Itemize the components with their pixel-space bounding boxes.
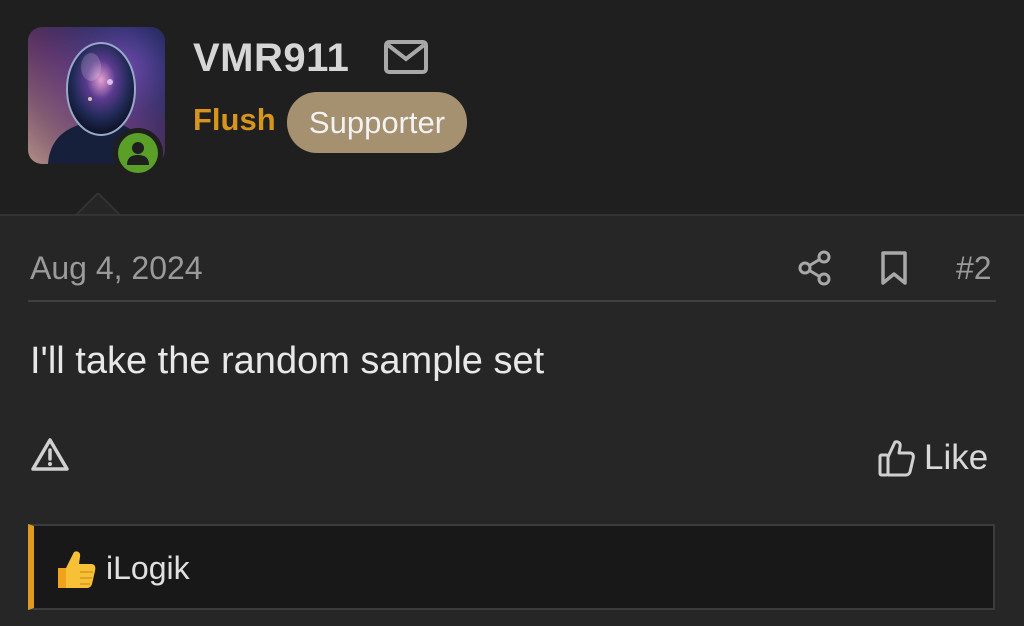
post-arrow — [75, 193, 121, 216]
post-number[interactable]: #2 — [956, 250, 992, 287]
warning-icon[interactable] — [31, 437, 69, 471]
header-divider — [0, 214, 1024, 216]
supporter-badge: Supporter — [287, 92, 467, 153]
thumbs-up-emoji-icon — [58, 551, 96, 588]
reaction-user-link[interactable]: iLogik — [106, 550, 190, 587]
post-header-divider — [28, 300, 996, 302]
user-title: Flush — [193, 102, 276, 137]
online-user-icon — [127, 142, 149, 165]
bookmark-icon[interactable] — [880, 251, 908, 285]
thumbs-up-icon — [878, 440, 915, 477]
user-header: VMR911 Flush Supporter — [0, 0, 1024, 216]
post-date[interactable]: Aug 4, 2024 — [30, 250, 203, 287]
username[interactable]: VMR911 — [193, 36, 349, 81]
online-status-badge — [113, 128, 163, 178]
like-button[interactable]: Like — [878, 436, 988, 480]
reactions-bar[interactable]: iLogik — [28, 524, 995, 610]
mail-icon[interactable] — [384, 40, 428, 74]
post-body: I'll take the random sample set — [30, 340, 545, 382]
like-label: Like — [924, 438, 989, 477]
share-icon[interactable] — [798, 250, 832, 286]
